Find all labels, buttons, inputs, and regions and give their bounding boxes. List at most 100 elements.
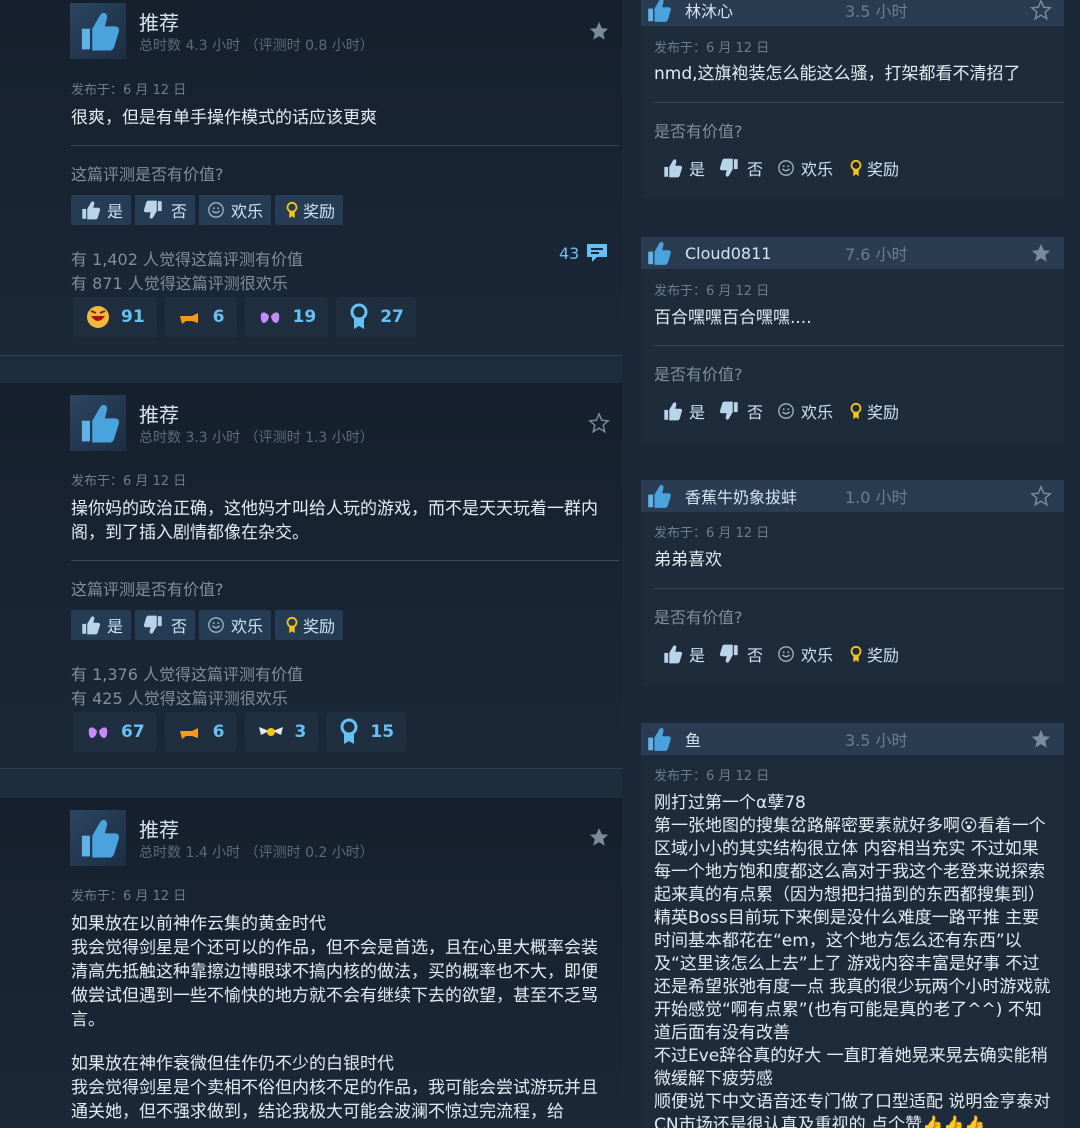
vote-funny-button[interactable]: 欢乐	[199, 195, 272, 225]
funny-count: 有 871 人觉得这篇评测很欢乐	[71, 274, 288, 293]
funny-count: 有 425 人觉得这篇评测很欢乐	[71, 689, 288, 708]
vote-funny-button[interactable]: 欢乐	[199, 610, 272, 640]
smile-icon	[777, 402, 795, 420]
award-pill[interactable]: 67	[73, 712, 157, 752]
vote-no-label: 否	[171, 202, 188, 221]
laugh-emoji-icon	[87, 306, 109, 328]
comment-count[interactable]: 43	[559, 242, 609, 264]
divider	[654, 588, 1064, 589]
award-count: 6	[212, 722, 225, 742]
award-pill[interactable]: 27	[336, 297, 416, 337]
thumbs-up-icon	[70, 395, 126, 451]
mini-review-header: Cloud0811 7.6 小时	[641, 237, 1064, 269]
helpful-question: 是否有价值?	[654, 122, 743, 141]
vote-yes-button[interactable]: 是	[71, 195, 132, 225]
vote-yes-button[interactable]: 是	[661, 156, 705, 180]
posted-date: 发布于：6 月 12 日	[654, 41, 770, 56]
ribbon-icon	[350, 303, 368, 329]
award-pill[interactable]: 19	[244, 297, 329, 337]
award-count: 19	[292, 307, 317, 327]
heart-hands-icon	[260, 312, 279, 323]
vote-funny-button[interactable]: 欢乐	[777, 399, 833, 423]
vote-yes-label: 是	[689, 403, 706, 422]
mini-review-header: 林沐心 3.5 小时	[641, 0, 1064, 26]
award-pill[interactable]: 6	[164, 297, 237, 337]
vote-no-button[interactable]: 否	[719, 156, 763, 180]
hand-icon	[179, 728, 198, 739]
award-icon	[283, 200, 301, 220]
vote-yes-label: 是	[689, 646, 706, 665]
thumbs-up-icon	[70, 810, 126, 866]
award-button[interactable]: 奖励	[847, 399, 899, 423]
vote-yes-button[interactable]: 是	[71, 610, 132, 640]
vote-yes-button[interactable]: 是	[661, 642, 705, 666]
author-name[interactable]: 林沐心	[685, 0, 845, 22]
mini-review-list: 林沐心 3.5 小时 发布于：6 月 12 日 nmd,这旗袍装怎么能这么骚，打…	[641, 0, 1080, 1128]
star-icon[interactable]	[588, 20, 610, 42]
posted-date: 发布于：6 月 12 日	[654, 526, 770, 541]
recommend-label: 推荐	[139, 403, 179, 427]
vote-yes-label: 是	[107, 202, 124, 221]
award-button[interactable]: 奖励	[847, 156, 899, 180]
award-button[interactable]: 奖励	[847, 642, 899, 666]
award-count: 91	[121, 307, 145, 327]
vote-funny-label: 欢乐	[801, 403, 834, 422]
vote-funny-label: 欢乐	[231, 617, 264, 636]
recommend-label: 推荐	[139, 818, 179, 842]
winged-icon	[258, 727, 283, 736]
award-count: 6	[212, 307, 225, 327]
vote-funny-button[interactable]: 欢乐	[777, 156, 833, 180]
thumbs-down-icon	[143, 614, 165, 636]
playtime: 3.5 小时	[845, 2, 908, 21]
award-icon	[847, 644, 865, 664]
award-button[interactable]: 奖励	[275, 610, 344, 640]
star-outline-icon[interactable]	[1030, 0, 1052, 21]
thumbs-up-icon	[661, 157, 683, 179]
vote-buttons: 是 否 欢乐 奖励	[71, 610, 344, 640]
playtime: 总时数 3.3 小时 （评测时 1.3 小时）	[139, 430, 374, 446]
award-pill[interactable]: 3	[244, 712, 319, 752]
author-name[interactable]: 香蕉牛奶象拔蚌	[685, 484, 845, 508]
thumbs-up-icon	[79, 614, 101, 636]
award-button[interactable]: 奖励	[275, 195, 344, 225]
thumbs-down-icon	[143, 199, 165, 221]
star-icon[interactable]	[1030, 728, 1052, 750]
mini-review-header: 香蕉牛奶象拔蚌 1.0 小时	[641, 480, 1064, 512]
comment-icon	[587, 244, 608, 262]
star-outline-icon[interactable]	[588, 412, 610, 434]
award-icon	[847, 158, 865, 178]
vote-no-button[interactable]: 否	[719, 399, 763, 423]
playtime: 总时数 1.4 小时 （评测时 0.2 小时）	[139, 845, 374, 861]
mini-review-header: 鱼 3.5 小时	[641, 723, 1064, 755]
star-icon[interactable]	[588, 826, 610, 848]
author-name[interactable]: 鱼	[685, 727, 845, 751]
star-icon[interactable]	[1030, 242, 1052, 264]
vote-no-button[interactable]: 否	[135, 195, 196, 225]
playtime: 3.5 小时	[845, 731, 908, 750]
smile-icon	[777, 159, 795, 177]
vote-yes-button[interactable]: 是	[661, 399, 705, 423]
helpful-question: 这篇评测是否有价值?	[71, 165, 224, 184]
award-count: 67	[121, 722, 145, 742]
thumbs-down-icon	[719, 157, 741, 179]
vote-no-button[interactable]: 否	[135, 610, 196, 640]
posted-date: 发布于：6 月 12 日	[654, 284, 770, 299]
divider	[71, 145, 619, 146]
review-text: 很爽，但是有单手操作模式的话应该更爽	[71, 108, 377, 128]
vote-buttons: 是 否 欢乐 奖励	[661, 642, 899, 666]
playtime: 总时数 4.3 小时 （评测时 0.8 小时）	[139, 38, 374, 54]
divider	[71, 560, 619, 561]
vote-funny-button[interactable]: 欢乐	[777, 642, 833, 666]
vote-funny-label: 欢乐	[801, 160, 834, 179]
vote-no-button[interactable]: 否	[719, 642, 763, 666]
author-name[interactable]: Cloud0811	[685, 244, 845, 263]
award-pill[interactable]: 15	[326, 712, 407, 752]
award-pill[interactable]: 91	[73, 297, 157, 337]
thumbs-up-icon	[643, 238, 673, 268]
review-text: 百合嘿嘿百合嘿嘿....	[654, 308, 812, 328]
award-label: 奖励	[867, 160, 900, 179]
star-outline-icon[interactable]	[1030, 485, 1052, 507]
award-pill[interactable]: 6	[164, 712, 237, 752]
heart-hands-icon	[88, 727, 108, 738]
award-label: 奖励	[303, 617, 336, 636]
